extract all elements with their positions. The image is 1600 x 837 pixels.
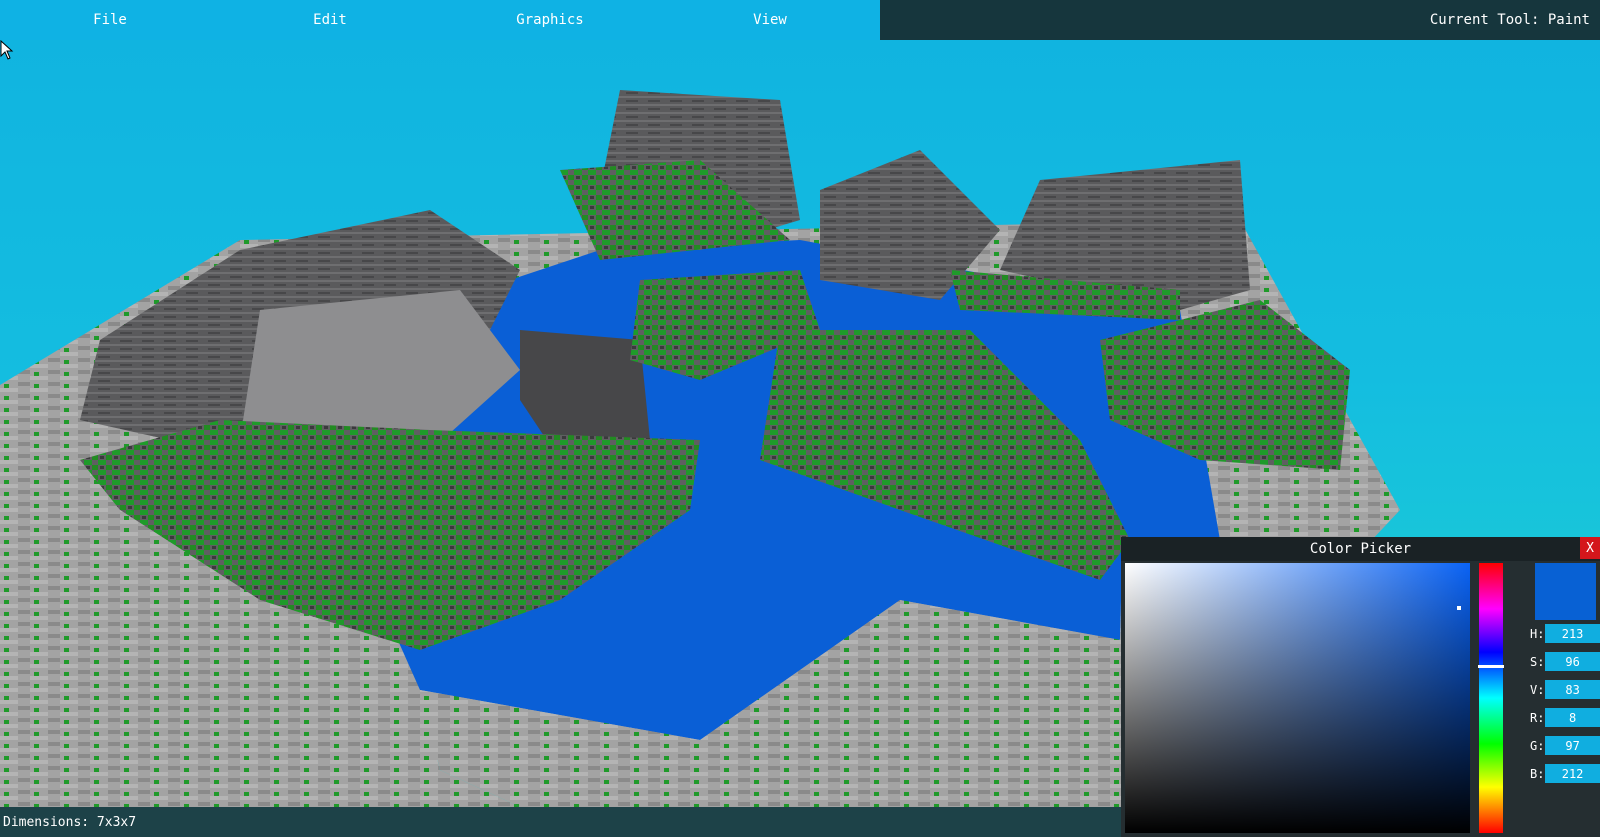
menu-view[interactable]: View [660,0,880,40]
hue-slider[interactable] [1478,563,1504,833]
saturation-input[interactable]: 96 [1545,652,1600,671]
sv-marker[interactable] [1457,606,1461,610]
field-b: B: 212 [1530,763,1600,784]
field-s: S: 96 [1530,651,1600,672]
field-label: R: [1530,710,1545,725]
green-input[interactable]: 97 [1545,736,1600,755]
field-h: H: 213 [1530,623,1600,644]
color-picker-panel: Color Picker X H: 213 S: 96 V: 83 R: 8 G… [1121,537,1600,837]
field-label: S: [1530,654,1545,669]
field-g: G: 97 [1530,735,1600,756]
blue-input[interactable]: 212 [1545,764,1600,783]
field-label: B: [1530,766,1545,781]
menu-edit[interactable]: Edit [220,0,440,40]
field-label: G: [1530,738,1545,753]
field-label: H: [1530,626,1545,641]
color-picker-titlebar[interactable]: Color Picker X [1121,537,1600,561]
hue-input[interactable]: 213 [1545,624,1600,643]
close-button[interactable]: X [1580,537,1600,559]
menu-bar: File Edit Graphics View [0,0,880,40]
mouse-cursor-icon [0,40,14,60]
color-picker-title: Color Picker [1309,541,1412,557]
field-v: V: 83 [1530,679,1600,700]
value-input[interactable]: 83 [1545,680,1600,699]
red-input[interactable]: 8 [1545,708,1600,727]
hue-marker[interactable] [1478,665,1504,668]
field-label: V: [1530,682,1545,697]
dimensions-label: Dimensions: 7x3x7 [3,814,137,830]
menu-file[interactable]: File [0,0,220,40]
tool-bar: Current Tool: Paint [880,0,1600,40]
color-preview-swatch [1535,563,1596,620]
saturation-value-square[interactable] [1125,563,1470,833]
field-r: R: 8 [1530,707,1600,728]
current-tool-label: Current Tool: Paint [1429,12,1590,28]
menu-graphics[interactable]: Graphics [440,0,660,40]
